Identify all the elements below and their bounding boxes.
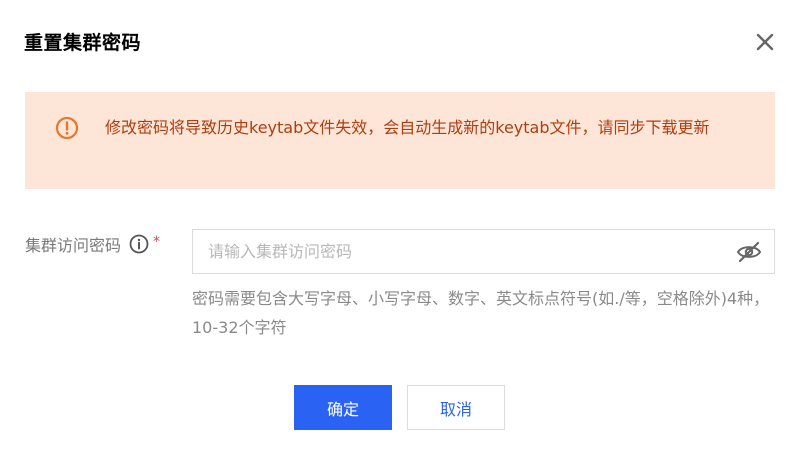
- reset-password-dialog: 重置集群密码 修改密码将导致历史keytab文件失效，会自动生成新的keytab…: [0, 0, 797, 457]
- close-icon[interactable]: [754, 31, 776, 53]
- password-hint: 密码需要包含大写字母、小写字母、数字、英文标点符号(如./等，空格除外)4种，1…: [192, 289, 770, 337]
- password-input[interactable]: [193, 230, 723, 273]
- confirm-button[interactable]: 确定: [294, 385, 392, 430]
- warning-alert: 修改密码将导致历史keytab文件失效，会自动生成新的keytab文件，请同步下…: [25, 92, 775, 189]
- cancel-button[interactable]: 取消: [407, 385, 505, 430]
- dialog-title: 重置集群密码: [24, 32, 142, 54]
- password-input-wrapper: [192, 229, 775, 274]
- eye-off-icon[interactable]: [736, 241, 762, 263]
- password-label-text: 集群访问密码: [25, 236, 122, 255]
- alert-message: 修改密码将导致历史keytab文件失效，会自动生成新的keytab文件，请同步下…: [105, 118, 710, 137]
- required-mark: *: [153, 234, 161, 250]
- info-circle-icon[interactable]: [129, 234, 149, 254]
- password-field-label: 集群访问密码 *: [25, 232, 160, 256]
- close-button[interactable]: [754, 31, 776, 53]
- warning-circle-icon: [55, 116, 79, 140]
